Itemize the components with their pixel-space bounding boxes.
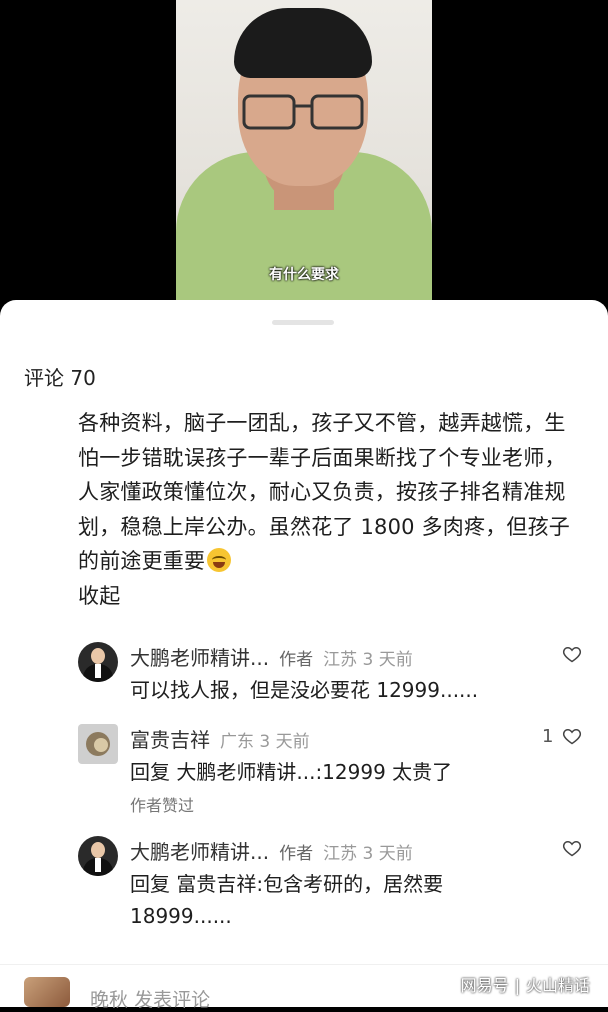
author-badge: 作者 (279, 844, 314, 864)
like-count: 1 (542, 726, 554, 747)
current-user-name: 晚秋 (90, 989, 129, 1011)
reply-author-name[interactable]: 大鹏老师精讲... (130, 840, 269, 864)
watermark-left: 网易号 (460, 976, 509, 995)
comment-input[interactable]: 晚秋 发表评论 (90, 985, 210, 1012)
reply-target[interactable]: 大鹏老师精讲... (176, 760, 315, 784)
avatar[interactable] (78, 642, 118, 682)
reply-author-name[interactable]: 大鹏老师精讲... (130, 646, 269, 670)
main-comment: 各种资料，脑子一团乱，孩子又不管，越弄越慌，生怕一步错耽误孩子一辈子后面果断找了… (78, 406, 572, 613)
reply-text: 可以找人报，但是没必要花 12999...... (130, 674, 570, 706)
avatar[interactable] (78, 836, 118, 876)
reply-body: :12999 太贵了 (315, 760, 453, 784)
reply-meta: 江苏 3 天前 (323, 650, 413, 670)
video-person-hair (234, 8, 372, 78)
video-frame (176, 0, 432, 302)
laughing-emoji-icon (207, 548, 232, 572)
watermark: 网易号 | 火山精话 (460, 976, 590, 995)
main-comment-text: 各种资料，脑子一团乱，孩子又不管，越弄越慌，生怕一步错耽误孩子一辈子后面果断找了… (78, 411, 570, 573)
reply-text: 回复 富贵吉祥:包含考研的，居然要 18999...... (130, 868, 530, 932)
reply-prefix: 回复 (130, 760, 170, 784)
comments-title: 评论 70 (24, 366, 96, 390)
watermark-right: 火山精话 (525, 976, 590, 995)
reply-target[interactable]: 富贵吉祥 (176, 872, 256, 896)
comment-placeholder: 发表评论 (134, 989, 211, 1011)
collapse-button[interactable]: 收起 (78, 579, 572, 614)
reply-meta: 江苏 3 天前 (323, 844, 413, 864)
heart-outline-icon[interactable] (562, 644, 582, 664)
reply-body: 可以找人报，但是没必要花 12999...... (130, 678, 479, 702)
author-badge: 作者 (279, 650, 314, 670)
reply-author-name[interactable]: 富贵吉祥 (130, 728, 210, 752)
heart-outline-icon[interactable] (562, 838, 582, 858)
heart-outline-icon[interactable] (562, 726, 582, 746)
comment-sheet: 评论 70 各种资料，脑子一团乱，孩子又不管，越弄越慌，生怕一步错耽误孩子一辈子… (0, 300, 608, 1006)
reply-prefix: 回复 (130, 872, 170, 896)
reply-meta: 广东 3 天前 (220, 732, 310, 752)
video-player[interactable]: 有什么要求 (0, 0, 608, 310)
current-user-avatar (24, 977, 70, 1007)
avatar[interactable] (78, 724, 118, 764)
video-person-glasses (242, 94, 364, 130)
video-subtitle: 有什么要求 (269, 267, 339, 283)
author-liked-label: 作者赞过 (130, 796, 195, 815)
reply-text: 回复 大鹏老师精讲...:12999 太贵了 (130, 756, 570, 788)
drag-handle[interactable] (272, 320, 334, 325)
